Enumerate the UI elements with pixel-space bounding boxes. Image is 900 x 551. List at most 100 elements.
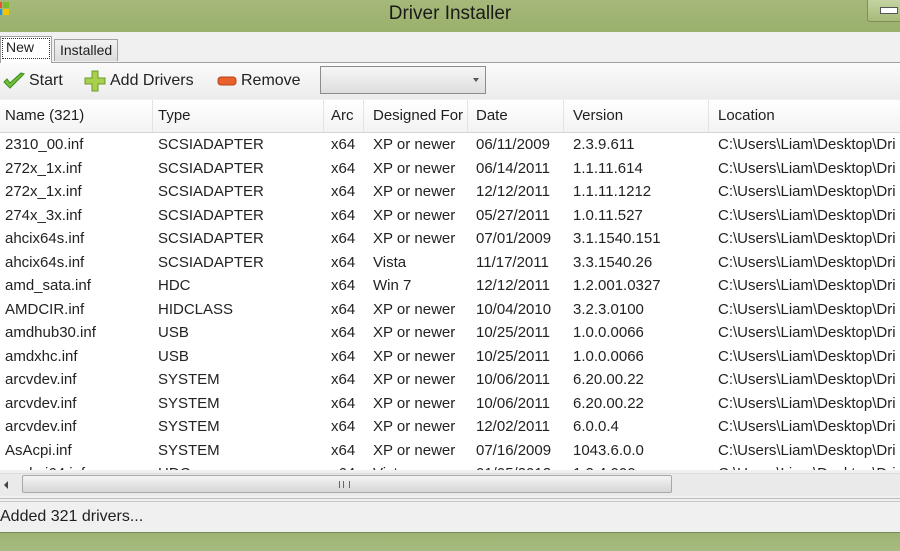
start-button[interactable]: Start bbox=[3, 70, 63, 92]
cell-date: 05/27/2011 bbox=[476, 206, 550, 224]
table-row[interactable]: AsAcpi.inf SYSTEM x64 XP or newer 07/16/2009… bbox=[0, 439, 900, 463]
scroll-left-icon[interactable] bbox=[4, 481, 8, 489]
cell-designed-for: XP or newer bbox=[373, 441, 456, 459]
cell-type: SCSIADAPTER bbox=[158, 230, 264, 247]
cell-version: 1.1.11.614 bbox=[573, 159, 643, 177]
cell-version: 1.2.4.000 bbox=[564, 462, 709, 470]
table-row[interactable]: asahci64.infHDCx64Vista01/05/20121.2.4.0… bbox=[0, 462, 900, 470]
cell-designed-for: Vista bbox=[373, 253, 407, 271]
cell-arc: x64 bbox=[331, 324, 356, 341]
cell-location: C:\Users\Liam\Desktop\Dri bbox=[718, 183, 896, 200]
tab-strip: New Installed bbox=[0, 32, 900, 63]
table-row[interactable]: amdxhc.inf USB x64 XP or newer 10/25/2011 1.0… bbox=[0, 345, 900, 369]
column-header-designed-for[interactable]: Designed For bbox=[364, 100, 468, 132]
minimize-button[interactable] bbox=[867, 0, 900, 22]
cell-date: 12/12/2011 bbox=[476, 277, 550, 294]
table-row[interactable]: 272x_1x.inf SCSIADAPTER x64 XP or newer 12/1… bbox=[0, 180, 900, 204]
table-row[interactable]: ahcix64s.inf SCSIADAPTER x64 XP or newer 07/… bbox=[0, 227, 900, 251]
column-header-version[interactable]: Version bbox=[564, 100, 709, 132]
cell-location: C:\Users\Liam\Desktop\Dri bbox=[718, 394, 896, 412]
cell-date: 12/02/2011 bbox=[476, 418, 550, 435]
cell-arc: x64 bbox=[331, 441, 356, 459]
column-header-name[interactable]: Name (321) bbox=[0, 100, 153, 132]
table-row[interactable]: AMDCIR.inf HIDCLASS x64 XP or newer 10/04/20… bbox=[0, 298, 900, 322]
table-row[interactable]: 274x_3x.inf SCSIADAPTER x64 XP or newer 05/2… bbox=[0, 204, 900, 228]
start-label: Start bbox=[29, 72, 63, 89]
remove-button[interactable]: Remove bbox=[217, 70, 301, 92]
cell-designed-for: XP or newer bbox=[373, 136, 456, 153]
cell-name: 272x_1x.inf bbox=[5, 183, 82, 200]
table-row[interactable]: arcvdev.inf SYSTEM x64 XP or newer 10/06/201… bbox=[0, 368, 900, 392]
tab-installed[interactable]: Installed bbox=[54, 39, 118, 61]
column-header-arc[interactable]: Arc bbox=[324, 100, 364, 132]
status-bar: Added 321 drivers... bbox=[0, 498, 900, 533]
cell-type: SYSTEM bbox=[158, 371, 220, 388]
toolbar: Start Add Drivers Remove bbox=[0, 63, 900, 99]
tab-new[interactable]: New bbox=[0, 36, 52, 63]
cell-designed-for: XP or newer bbox=[373, 159, 456, 177]
window-bottom-frame bbox=[0, 532, 900, 551]
cell-type: SCSIADAPTER bbox=[158, 159, 264, 177]
horizontal-scrollbar[interactable] bbox=[0, 473, 900, 496]
cell-name: 272x_1x.inf bbox=[5, 159, 82, 177]
cell-designed-for: XP or newer bbox=[373, 183, 456, 200]
status-text: Added 321 drivers... bbox=[0, 508, 144, 525]
scrollbar-thumb[interactable] bbox=[22, 475, 672, 493]
table-row[interactable]: ahcix64s.inf SCSIADAPTER x64 Vista 11/17/201… bbox=[0, 251, 900, 275]
column-header-location[interactable]: Location bbox=[709, 100, 900, 132]
cell-name: arcvdev.inf bbox=[5, 394, 77, 412]
filter-combobox[interactable] bbox=[320, 66, 486, 94]
cell-date: 11/17/2011 bbox=[476, 253, 549, 271]
cell-version: 1043.6.0.0 bbox=[573, 441, 644, 459]
cell-version: 2.3.9.611 bbox=[573, 136, 635, 153]
table-row[interactable]: arcvdev.inf SYSTEM x64 XP or newer 12/02/201… bbox=[0, 415, 900, 439]
cell-type: HIDCLASS bbox=[158, 300, 234, 318]
cell-location: C:\Users\Liam\Desktop\Dri bbox=[718, 206, 896, 224]
table-row[interactable]: 272x_1x.inf SCSIADAPTER x64 XP or newer 06/1… bbox=[0, 157, 900, 181]
cell-version: 1.1.11.1212 bbox=[573, 183, 652, 200]
column-header-type[interactable]: Type bbox=[153, 100, 324, 132]
cell-designed-for: Vista bbox=[364, 462, 468, 470]
table-header: Name (321) Type Arc Designed For Date Ve… bbox=[0, 100, 900, 133]
cell-location: C:\Users\Liam\Desktop\Dri bbox=[718, 277, 896, 294]
cell-arc: x64 bbox=[331, 159, 356, 177]
cell-name: 274x_3x.inf bbox=[5, 206, 82, 224]
cell-version: 6.20.00.22 bbox=[573, 394, 644, 412]
cell-arc: x64 bbox=[331, 230, 356, 247]
cell-location: C:\Users\Liam\Desktop\Dri bbox=[718, 230, 896, 247]
cell-designed-for: Win 7 bbox=[373, 277, 412, 294]
cell-designed-for: XP or newer bbox=[373, 324, 456, 341]
cell-date: 06/11/2009 bbox=[476, 136, 550, 153]
cell-date: 10/04/2010 bbox=[476, 300, 552, 318]
cell-version: 6.20.00.22 bbox=[573, 371, 644, 388]
cell-location: C:\Users\Liam\Desktop\Dri bbox=[718, 300, 896, 318]
cell-date: 12/12/2011 bbox=[476, 183, 550, 200]
cell-location: C:\Users\Liam\Desktop\Dri bbox=[718, 324, 896, 341]
cell-version: 1.0.11.527 bbox=[573, 206, 643, 224]
cell-location: C:\Users\Liam\Desktop\Dri bbox=[718, 159, 896, 177]
cell-name: asahci64.inf bbox=[0, 462, 153, 470]
cell-version: 1.0.0.0066 bbox=[573, 347, 644, 365]
chevron-down-icon[interactable] bbox=[473, 78, 479, 82]
cell-designed-for: XP or newer bbox=[373, 418, 456, 435]
cell-name: arcvdev.inf bbox=[5, 371, 77, 388]
cell-designed-for: XP or newer bbox=[373, 371, 456, 388]
cell-arc: x64 bbox=[331, 347, 356, 365]
table-row[interactable]: 2310_00.inf SCSIADAPTER x64 XP or newer 06/1… bbox=[0, 133, 900, 157]
title-bar[interactable]: Driver Installer bbox=[0, 0, 900, 32]
table-row[interactable]: amd_sata.inf HDC x64 Win 7 12/12/2011 1.2.001… bbox=[0, 274, 900, 298]
cell-type: SCSIADAPTER bbox=[158, 136, 264, 153]
add-drivers-button[interactable]: Add Drivers bbox=[84, 70, 194, 92]
table-row[interactable]: amdhub30.inf USB x64 XP or newer 10/25/2011 1… bbox=[0, 321, 900, 345]
cell-name: AMDCIR.inf bbox=[5, 300, 85, 318]
cell-type: SCSIADAPTER bbox=[158, 253, 264, 271]
cell-date: 01/05/2012 bbox=[468, 462, 564, 470]
cell-type: SYSTEM bbox=[158, 418, 220, 435]
cell-date: 06/14/2011 bbox=[476, 159, 550, 177]
cell-version: 3.1.1540.151 bbox=[573, 230, 661, 247]
cell-name: AsAcpi.inf bbox=[5, 441, 72, 459]
column-header-date[interactable]: Date bbox=[468, 100, 564, 132]
cell-arc: x64 bbox=[331, 183, 356, 200]
cell-arc: x64 bbox=[331, 394, 356, 412]
table-row[interactable]: arcvdev.inf SYSTEM x64 XP or newer 10/06/201… bbox=[0, 392, 900, 416]
